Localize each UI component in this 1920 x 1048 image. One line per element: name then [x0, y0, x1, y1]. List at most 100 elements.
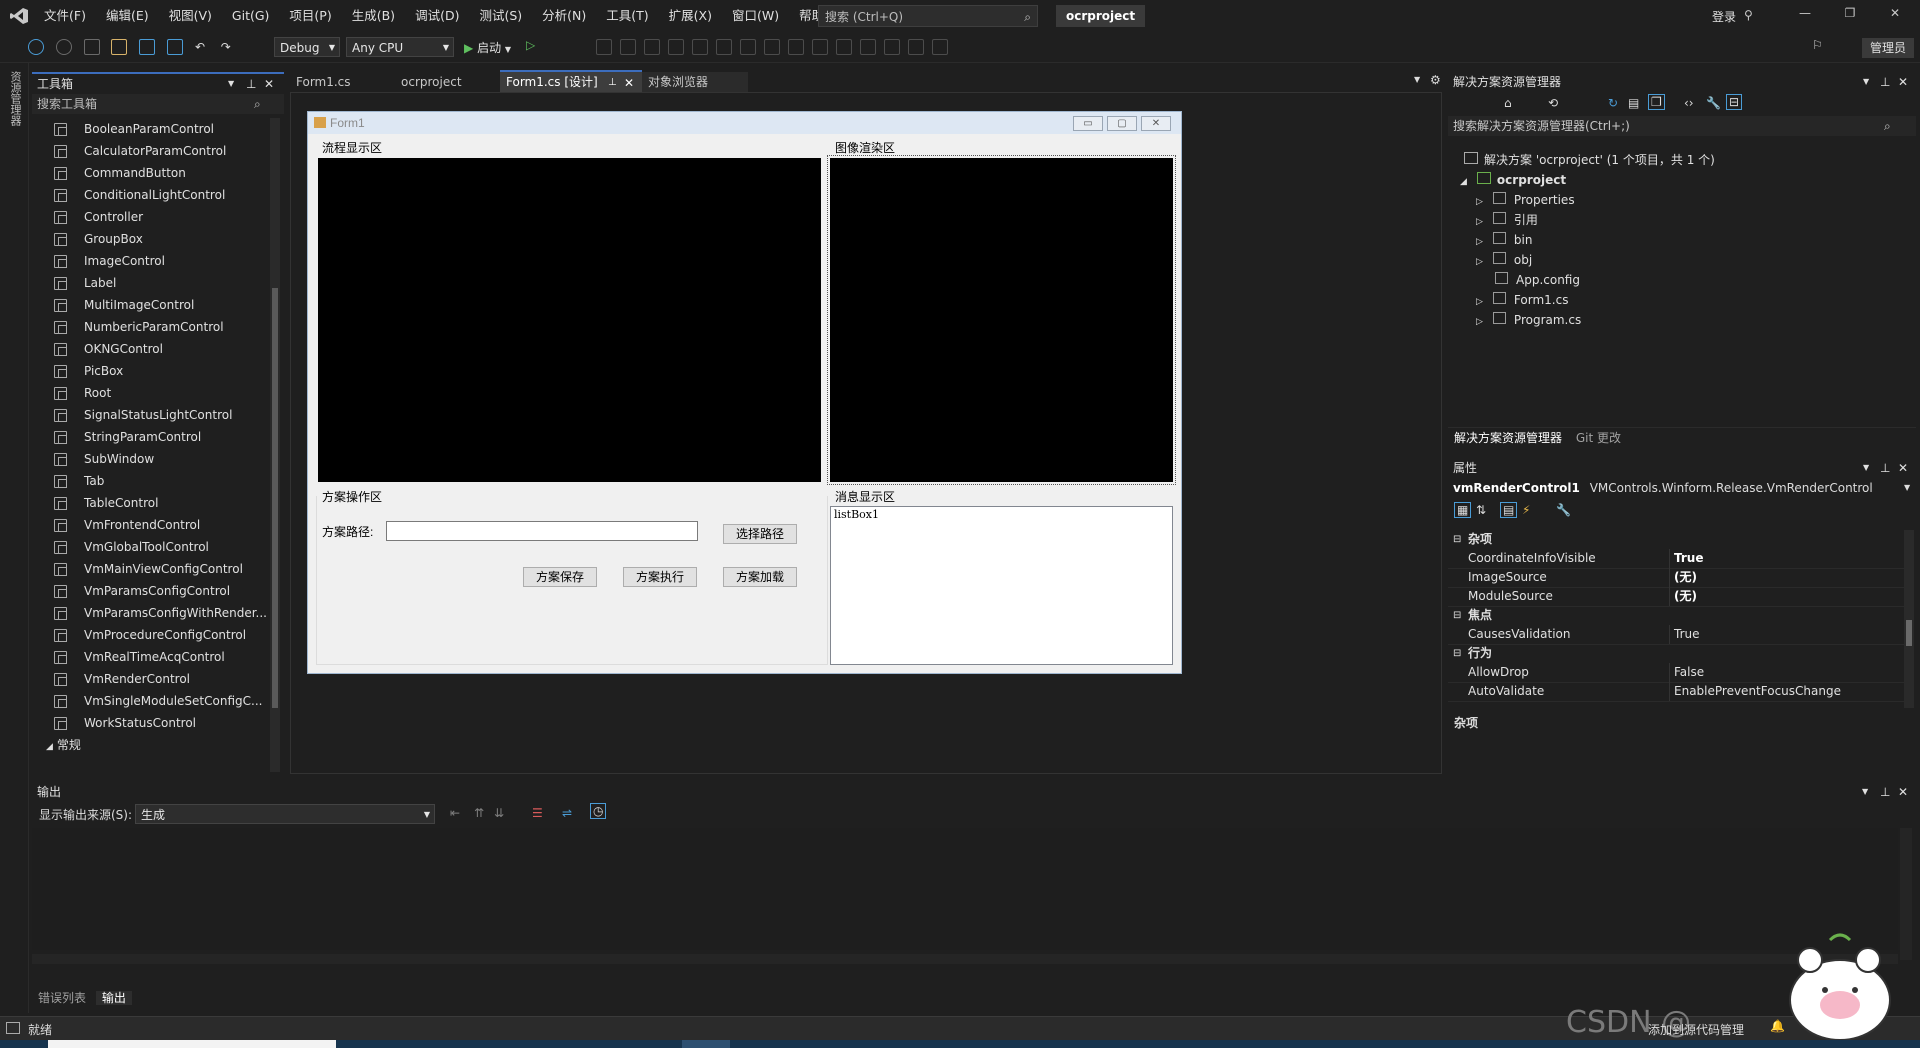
login-link[interactable]: 登录	[1712, 8, 1736, 25]
form-maximize-icon[interactable]: ▢	[1107, 116, 1137, 131]
toolbox-item[interactable]: VmFrontendControl	[32, 514, 268, 536]
close-icon[interactable]: ✕	[264, 74, 274, 94]
select-path-button[interactable]: 选择路径	[723, 524, 797, 544]
find-message-icon[interactable]: ⇤	[450, 806, 460, 820]
property-row[interactable]: ModuleSource (无)	[1448, 587, 1908, 607]
preview-icon[interactable]: ⊟	[1726, 94, 1743, 110]
property-row[interactable]: CoordinateInfoVisible True	[1448, 549, 1908, 569]
toolbox-item[interactable]: Label	[32, 272, 268, 294]
align-center-icon[interactable]	[644, 39, 660, 55]
tab-form1-cs[interactable]: Form1.cs	[290, 72, 396, 92]
new-project-icon[interactable]	[83, 39, 100, 55]
pin-icon[interactable]: ⊥	[1880, 72, 1890, 92]
menu-project[interactable]: 项目(P)	[279, 0, 341, 32]
menu-test[interactable]: 测试(S)	[469, 0, 532, 32]
toolbox-item[interactable]: VmSingleModuleSetConfigC...	[32, 690, 268, 712]
toolbox-scrollbar[interactable]	[270, 118, 280, 772]
forward-icon[interactable]	[55, 39, 72, 55]
form-close-icon[interactable]: ✕	[1141, 116, 1171, 131]
same-width-icon[interactable]	[764, 39, 780, 55]
property-row[interactable]: AllowDrop False	[1448, 663, 1908, 683]
toolbox-item[interactable]: PicBox	[32, 360, 268, 382]
close-icon[interactable]: ✕	[1898, 782, 1908, 802]
property-category[interactable]: ⊟ 行为	[1448, 644, 1908, 663]
redo-icon[interactable]: ↷	[221, 40, 235, 54]
toolbox-item[interactable]: VmGlobalToolControl	[32, 536, 268, 558]
image-render-area[interactable]	[827, 155, 1176, 485]
layout-icon[interactable]	[596, 39, 612, 55]
toolbox-item[interactable]: Controller	[32, 206, 268, 228]
chevron-down-icon[interactable]: ▼	[1862, 782, 1868, 802]
menu-edit[interactable]: 编辑(E)	[96, 0, 159, 32]
back-icon[interactable]	[28, 39, 44, 55]
code-view-icon[interactable]: ‹›	[1684, 96, 1694, 110]
close-icon[interactable]: ✕	[1885, 6, 1905, 20]
form1-window[interactable]: Form1 ▭ ▢ ✕ 流程显示区 图像渲染区 方案操作区 方案路径: 选择路径…	[307, 111, 1182, 674]
tab-solution-explorer[interactable]: 解决方案资源管理器	[1448, 431, 1568, 445]
pin-icon[interactable]: ⊥	[246, 74, 256, 94]
timestamp-icon[interactable]: ◷	[590, 803, 607, 819]
refresh-icon[interactable]: ↻	[1608, 96, 1618, 110]
visual-studio-logo-icon[interactable]	[8, 6, 30, 26]
align-left-icon[interactable]	[620, 39, 636, 55]
tab-output[interactable]: 输出	[95, 991, 132, 1005]
output-vscrollbar[interactable]	[1900, 828, 1912, 960]
tab-ocrproject[interactable]: ocrproject	[395, 72, 501, 92]
chevron-down-icon[interactable]: ▼	[1863, 458, 1869, 478]
center-horizontal-icon[interactable]	[908, 39, 924, 55]
toolbox-item[interactable]: Tab	[32, 470, 268, 492]
toolbox-item[interactable]: VmParamsConfigControl	[32, 580, 268, 602]
property-row[interactable]: ImageSource (无)	[1448, 568, 1908, 588]
form-minimize-icon[interactable]: ▭	[1073, 116, 1103, 131]
project-node[interactable]: ◢ ocrproject	[1460, 170, 1566, 190]
grid-icon[interactable]	[836, 39, 852, 55]
toolbox-search-input[interactable]: 搜索工具箱 ⌕	[32, 94, 284, 114]
save-all-icon[interactable]	[167, 39, 184, 55]
toolbox-item[interactable]: ImageControl	[32, 250, 268, 272]
global-search-input[interactable]: 搜索 (Ctrl+Q) ⌕	[818, 5, 1038, 27]
toolbox-item[interactable]: ConditionalLightControl	[32, 184, 268, 206]
message-listbox[interactable]: listBox1	[830, 506, 1173, 665]
toolbox-item[interactable]: BooleanParamControl	[32, 118, 268, 140]
server-explorer-strip[interactable]: 资源管理器	[0, 63, 29, 1013]
scheme-load-button[interactable]: 方案加载	[723, 567, 797, 587]
prev-message-icon[interactable]: ⇈	[474, 806, 484, 820]
property-pages-icon[interactable]: 🔧	[1556, 503, 1571, 517]
tree-node[interactable]: ▷ 引用	[1476, 210, 1538, 230]
spacing-icon[interactable]	[860, 39, 876, 55]
toolbox-group-general[interactable]: ◢ 常规	[32, 734, 268, 756]
spacing-vertical-icon[interactable]	[884, 39, 900, 55]
collapse-all-icon[interactable]: ▤	[1628, 96, 1639, 110]
tab-form1-designer[interactable]: Form1.cs [设计] ⊥ ✕	[500, 70, 642, 92]
properties-object-select[interactable]: vmRenderControl1 VMControls.Winform.Rele…	[1448, 478, 1916, 498]
pin-icon[interactable]: ⊥	[1880, 782, 1890, 802]
property-scrollbar[interactable]	[1904, 530, 1914, 708]
toolbox-item[interactable]: OKNGControl	[32, 338, 268, 360]
same-height-icon[interactable]	[788, 39, 804, 55]
toolbox-item[interactable]: VmMainViewConfigControl	[32, 558, 268, 580]
menu-build[interactable]: 生成(B)	[342, 0, 405, 32]
output-hscrollbar[interactable]	[32, 954, 1898, 964]
menu-tools[interactable]: 工具(T)	[596, 0, 658, 32]
toolbox-item[interactable]: CommandButton	[32, 162, 268, 184]
menu-window[interactable]: 窗口(W)	[722, 0, 789, 32]
menu-extensions[interactable]: 扩展(X)	[659, 0, 722, 32]
open-folder-icon[interactable]	[111, 39, 128, 55]
start-without-debug-icon[interactable]: ▷	[526, 38, 535, 52]
properties-icon[interactable]: ▤	[1500, 502, 1518, 518]
toolbox-item[interactable]: SubWindow	[32, 448, 268, 470]
toolbox-item[interactable]: StringParamControl	[32, 426, 268, 448]
tree-node[interactable]: ▷ Program.cs	[1476, 310, 1581, 330]
toolbox-item[interactable]: VmProcedureConfigControl	[32, 624, 268, 646]
toolbox-item[interactable]: WorkStatusControl	[32, 712, 268, 734]
pin-icon[interactable]: ⊥	[1880, 458, 1890, 478]
server-explorer-tab[interactable]: 资源管理器	[7, 71, 23, 126]
restore-icon[interactable]: ❐	[1840, 6, 1860, 20]
sync-icon[interactable]: ⟲	[1548, 96, 1558, 110]
save-icon[interactable]	[139, 39, 156, 55]
close-icon[interactable]: ✕	[1898, 458, 1908, 478]
toolbox-item[interactable]: MultiImageControl	[32, 294, 268, 316]
taskbar-app[interactable]	[48, 1040, 336, 1048]
toolbox-item[interactable]: GroupBox	[32, 228, 268, 250]
property-category[interactable]: ⊟ 杂项	[1448, 530, 1908, 549]
